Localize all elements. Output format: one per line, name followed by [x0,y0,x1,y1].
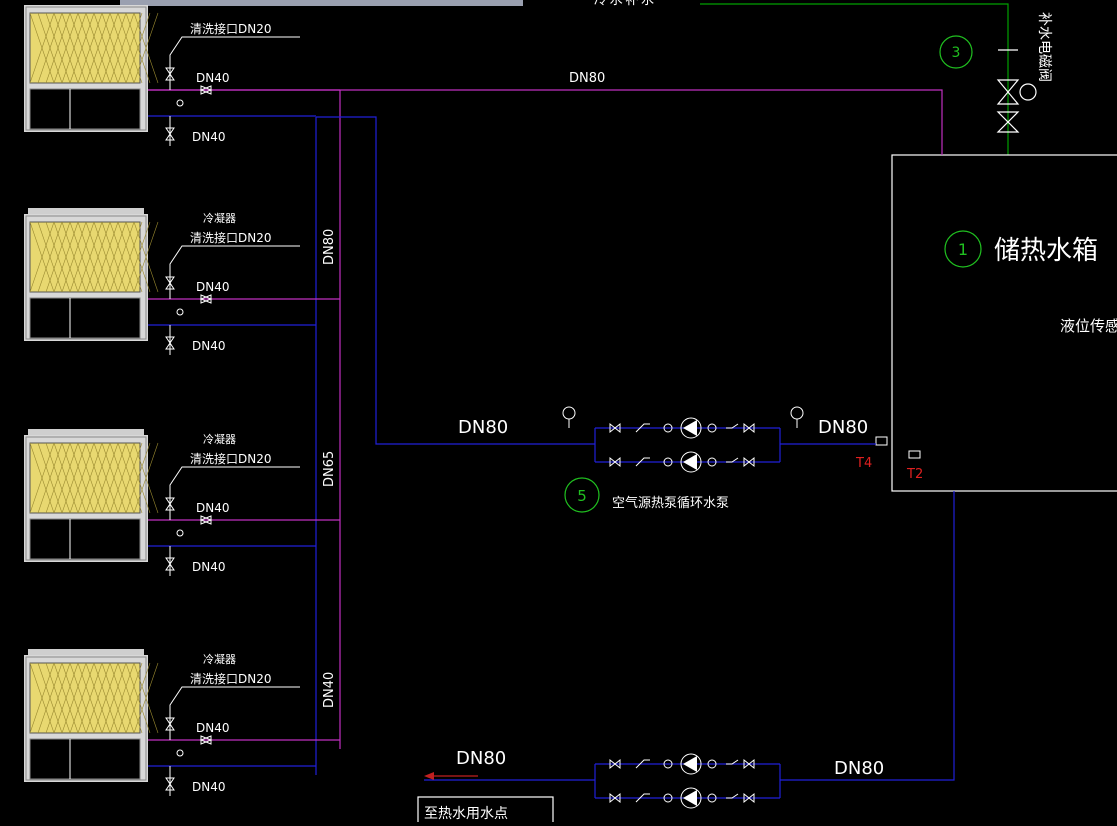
flush-port-label: 清洗接口DN20 [190,230,272,245]
condenser-label: 冷凝器 [203,652,236,666]
heat-pump-unit[interactable]: 冷凝器清洗接口DN20 DN40 DN40 [24,649,340,796]
unit-grille [29,221,141,293]
riser-size-2: DN65 [322,451,337,487]
pump-row[interactable] [595,787,780,809]
return-to-pump-line [316,116,595,445]
heat-pump-unit[interactable]: 冷凝器清洗接口DN20 DN40 DN40 [24,208,340,355]
heat-pump-units: 清洗接口DN20DN40DN40冷凝器清洗接口DN20DN40DN40冷凝器清洗… [24,5,340,796]
hot-water-pump-group[interactable] [594,753,781,809]
tank-name: 储热水箱 [994,236,1098,266]
condenser-label: 冷凝器 [203,432,236,446]
pump-row[interactable] [595,753,780,775]
t4-sensor-box [875,436,888,446]
pump-group-callout-number: 5 [577,487,587,505]
circulation-pump-group[interactable] [562,406,804,473]
hw-outlet-arrowhead [424,772,434,780]
unit-cabinet [29,738,141,780]
hw-pump-outlet-size: DN80 [834,758,884,779]
t2-sensor-box [908,450,921,459]
tank-callout-number: 1 [958,240,968,259]
unit-return-size: DN40 [192,130,226,144]
heat-pump-unit[interactable]: 清洗接口DN20 DN40 DN40 [24,5,340,146]
unit-supply-size: DN40 [196,71,230,85]
hw-pump-inlet-size: DN80 [456,748,506,769]
pump-group-name: 空气源热泵循环水泵 [612,495,729,511]
sensor-t4-label: T4 [855,456,872,471]
outlet-destination-label: 至热水用水点 [424,806,508,822]
unit-return-size: DN40 [192,780,226,794]
valve-callout-number: 3 [952,45,961,61]
unit-grille [29,662,141,734]
unit-supply-size: DN40 [196,721,230,735]
unit-grille [29,442,141,514]
riser-size-1: DN80 [322,229,337,265]
level-sensor-label: 液位传感器 [1060,317,1117,335]
pressure-gauge [562,406,576,420]
unit-cabinet [29,518,141,560]
pump-inlet-size: DN80 [458,417,508,438]
sensor-t2-label: T2 [906,467,923,482]
unit-return-size: DN40 [192,339,226,353]
flush-port-label: 清洗接口DN20 [190,671,272,686]
tank-to-hw-pump-line [780,491,955,781]
main-header-size: DN80 [569,71,605,86]
piping-diagram: 冷水补水 补水电磁阀 3 1 储热水箱 液位传感器 T4 T2 DN80 DN8… [24,0,1117,826]
makeup-solenoid-valve [996,49,1037,133]
unit-grille [29,12,141,84]
heat-pump-unit[interactable]: 冷凝器清洗接口DN20 DN40 DN40 [24,429,340,576]
flush-port-label: 清洗接口DN20 [190,21,272,36]
top-cut-label: 冷水补水 [594,0,654,8]
cad-drawing-canvas[interactable]: 冷水补水 补水电磁阀 3 1 储热水箱 液位传感器 T4 T2 DN80 DN8… [0,0,1117,826]
riser-size-3: DN40 [322,672,337,708]
unit-cabinet [29,88,141,130]
makeup-water-line [700,3,1009,155]
makeup-valve-label: 补水电磁阀 [1036,12,1052,82]
unit-supply-size: DN40 [196,280,230,294]
condenser-label: 冷凝器 [203,211,236,225]
unit-supply-size: DN40 [196,501,230,515]
pump-outlet-size: DN80 [818,417,868,438]
flush-port-label: 清洗接口DN20 [190,451,272,466]
main-supply-header [147,89,943,155]
top-toolbar-edge [120,0,523,6]
unit-cabinet [29,297,141,339]
unit-return-size: DN40 [192,560,226,574]
pump-row[interactable] [595,417,780,439]
pressure-gauge [790,406,804,420]
pump-row[interactable] [595,451,780,473]
